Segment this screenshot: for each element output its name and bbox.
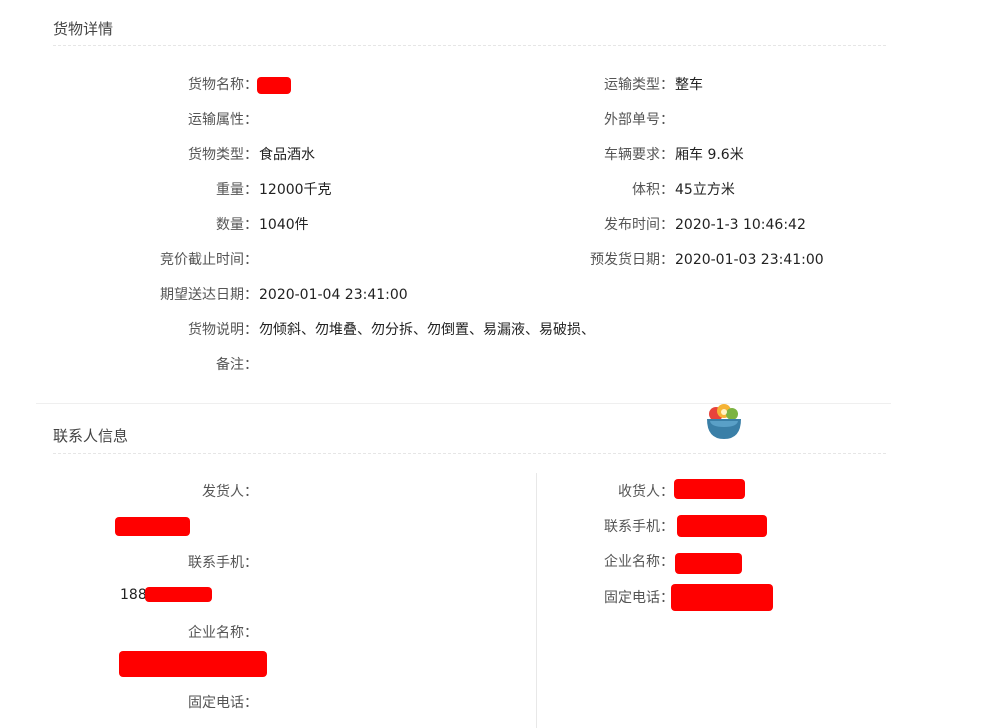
- expected-delivery-row: 期望送达日期：: [0, 285, 258, 305]
- external-no-row: 外部单号：: [0, 110, 674, 130]
- pre-ship-date-row: 预发货日期：: [0, 250, 674, 270]
- expected-delivery-label: 期望送达日期：: [160, 287, 258, 303]
- volume-row: 体积：: [0, 180, 674, 200]
- vehicle-req-row: 车辆要求：: [0, 145, 674, 165]
- consignee-row: 收货人：: [0, 482, 674, 502]
- transport-type-row: 运输类型：: [0, 75, 674, 95]
- receiver-company-row: 企业名称：: [0, 552, 674, 572]
- receiver-tel-label: 固定电话：: [604, 590, 674, 606]
- contact-section-title: 联系人信息: [53, 427, 129, 445]
- pre-ship-date-label: 预发货日期：: [590, 252, 674, 268]
- cargo-desc-label: 货物说明：: [188, 322, 258, 338]
- publish-time-label: 发布时间：: [604, 217, 674, 233]
- transport-type-label: 运输类型：: [604, 77, 674, 93]
- sender-tel-label: 固定电话：: [188, 695, 258, 711]
- cargo-title-divider: [53, 45, 886, 46]
- remark-label: 备注：: [216, 357, 258, 373]
- receiver-phone-row: 联系手机：: [0, 517, 674, 537]
- receiver-phone-redaction: [677, 515, 767, 537]
- volume-label: 体积：: [632, 182, 674, 198]
- sender-company-redaction: [119, 651, 267, 677]
- pre-ship-date-value: 2020-01-03 23:41:00: [675, 252, 824, 268]
- consignee-redaction: [674, 479, 745, 499]
- receiver-company-label: 企业名称：: [604, 554, 674, 570]
- expected-delivery-value: 2020-01-04 23:41:00: [259, 287, 408, 303]
- receiver-tel-row: 固定电话：: [0, 588, 674, 608]
- cargo-section-title: 货物详情: [53, 20, 114, 38]
- vehicle-req-label: 车辆要求：: [604, 147, 674, 163]
- publish-time-row: 发布时间：: [0, 215, 674, 235]
- receiver-tel-redaction: [671, 584, 773, 611]
- sender-tel-row: 固定电话：: [0, 693, 258, 713]
- external-no-label: 外部单号：: [604, 112, 674, 128]
- remark-row: 备注：: [0, 355, 258, 375]
- publish-time-value: 2020-1-3 10:46:42: [675, 217, 806, 233]
- receiver-company-redaction: [675, 553, 742, 574]
- sender-company-row: 企业名称：: [0, 623, 258, 643]
- receiver-phone-label: 联系手机：: [604, 519, 674, 535]
- consignee-label: 收货人：: [618, 484, 674, 500]
- cargo-desc-value: 勿倾斜、勿堆叠、勿分拆、勿倒置、易漏液、易破损、: [259, 322, 595, 338]
- contact-title-divider: [53, 453, 886, 454]
- section-divider: [36, 403, 891, 404]
- volume-value: 45立方米: [675, 182, 735, 198]
- transport-type-value: 整车: [675, 77, 703, 93]
- sender-company-label: 企业名称：: [188, 625, 258, 641]
- bowl-icon: [707, 404, 741, 439]
- vehicle-req-value: 厢车 9.6米: [675, 147, 744, 163]
- cargo-desc-row: 货物说明：: [0, 320, 258, 340]
